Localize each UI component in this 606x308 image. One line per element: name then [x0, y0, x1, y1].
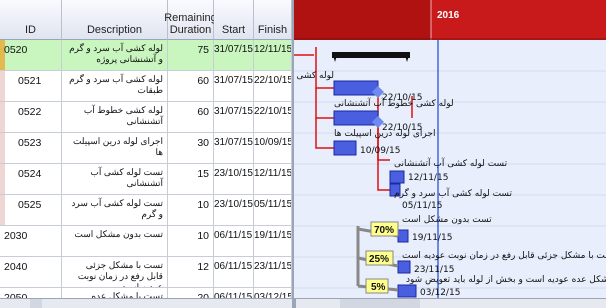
bar-date: 12/11/15	[408, 173, 448, 183]
table-row[interactable]: 0524 تست لوله کشی آب آتشنشانی 15 23/10/1…	[0, 164, 292, 195]
table-row[interactable]: 0521 لوله کشی آب سرد و گرم طبقات 60 31/0…	[0, 71, 292, 102]
column-header-duration-label: Remaining Duration	[164, 12, 217, 36]
row-id: 0521	[0, 71, 62, 101]
column-header-finish-label: Finish	[257, 24, 288, 36]
probability-label: 5%	[371, 282, 386, 293]
bar-label: تست لوله کشی آب آتشنشانی	[394, 157, 508, 169]
row-start: 23/10/15	[214, 195, 254, 225]
row-duration: 20	[168, 288, 214, 298]
table-row[interactable]: 2040 تست با مشکل جزئی قابل رفع در زمان ن…	[0, 257, 292, 288]
row-duration: 10	[168, 195, 214, 225]
row-id: 2050	[0, 288, 62, 298]
timeline-header-prev-year	[294, 0, 431, 40]
row-duration: 75	[168, 40, 214, 70]
row-id: 0520	[0, 40, 62, 70]
row-duration: 12	[168, 257, 214, 287]
row-description: تست لوله کشی آب آتشنشانی	[62, 164, 168, 194]
row-description: تست با مشکل جزئی قابل رفع در زمان نوبت ع…	[62, 257, 168, 287]
gantt-chart[interactable]: 2016 70% 25% 5% لوله کشی 22/10/15 لوله ک…	[294, 0, 606, 298]
row-id: 0524	[0, 164, 62, 194]
table-row[interactable]: 2030 تست بدون مشکل است 10 06/11/15 19/11…	[0, 226, 292, 257]
bar-date: 10/09/15	[360, 146, 400, 156]
probability-label: 70%	[374, 225, 394, 236]
column-header-duration[interactable]: Remaining Duration	[164, 0, 217, 40]
row-finish: 22/10/15	[254, 71, 292, 101]
bar-label: تست بدون مشکل است	[402, 215, 492, 225]
row-finish: 12/11/15	[254, 40, 292, 70]
column-header-start[interactable]: Start	[214, 0, 254, 40]
bar-label: لوله کشی آب سرد و گرم طبقات	[294, 69, 334, 81]
row-description: لوله کشی خطوط آب آتشنشانی	[62, 102, 168, 132]
activity-bar[interactable]	[397, 284, 417, 298]
column-header-start-label: Start	[221, 24, 246, 36]
row-start: 06/11/15	[214, 288, 254, 298]
probability-label: 25%	[369, 254, 389, 265]
gantt-canvas: 2016 70% 25% 5% لوله کشی 22/10/15 لوله ک…	[294, 0, 606, 298]
row-description: تست با مشکل عده عودیه است و بخش از لوله …	[62, 288, 168, 298]
row-description: تست بدون مشکل است	[62, 226, 168, 256]
bar-label: تست با مشکل جزئی قابل رفع در زمان نوبت ع…	[402, 251, 606, 261]
summary-bar[interactable]	[332, 52, 410, 58]
row-start: 31/07/15	[214, 71, 254, 101]
row-id: 0523	[0, 133, 62, 163]
activity-bar[interactable]	[397, 229, 409, 243]
bar-label: اجرای لوله درین اسپیلت ها	[334, 129, 435, 139]
row-duration: 15	[168, 164, 214, 194]
activity-bar[interactable]	[333, 110, 379, 126]
row-id: 2030	[0, 226, 62, 256]
row-start: 31/07/15	[214, 40, 254, 70]
bar-date: 19/11/15	[412, 233, 452, 243]
row-start: 06/11/15	[214, 257, 254, 287]
bar-date: 03/12/15	[420, 288, 460, 298]
table-row[interactable]: 0525 تست لوله کشی آب سرد و گرم 10 23/10/…	[0, 195, 292, 226]
row-finish: 05/11/15	[254, 195, 292, 225]
row-start: 23/10/15	[214, 164, 254, 194]
column-header-finish[interactable]: Finish	[254, 0, 292, 40]
bar-date: 05/11/15	[402, 201, 442, 211]
timeline-year-label: 2016	[437, 10, 460, 21]
column-header-id-label: ID	[25, 24, 36, 36]
row-description: اجرای لوله درین اسپیلت ها	[62, 133, 168, 163]
row-start: 31/07/15	[214, 102, 254, 132]
row-start: 31/07/15	[214, 133, 254, 163]
row-description: تست لوله کشی آب سرد و گرم	[62, 195, 168, 225]
table-row[interactable]: 0522 لوله کشی خطوط آب آتشنشانی 60 31/07/…	[0, 102, 292, 133]
row-finish: 19/11/15	[254, 226, 292, 256]
bar-label: لوله کشی خطوط آب آتشنشانی	[334, 97, 454, 109]
row-id: 0522	[0, 102, 62, 132]
bar-date: 23/11/15	[414, 265, 454, 275]
row-duration: 60	[168, 71, 214, 101]
row-finish: 03/12/15	[254, 288, 292, 298]
bar-label: تست لوله کشی آب سرد و گرم	[394, 187, 512, 199]
row-description: لوله کشی آب سرد و گرم و آتشنشانی پروژه	[62, 40, 168, 70]
row-duration: 30	[168, 133, 214, 163]
bar-label: تست با مشکل عده عودیه است و بخش از لوله …	[406, 275, 606, 285]
column-header-description[interactable]: Description	[62, 0, 168, 40]
table-row[interactable]: 0523 اجرای لوله درین اسپیلت ها 30 31/07/…	[0, 133, 292, 164]
column-header-description-label: Description	[86, 24, 143, 36]
row-finish: 23/11/15	[254, 257, 292, 287]
table-row[interactable]: 2050 تست با مشکل عده عودیه است و بخش از …	[0, 288, 292, 298]
activity-bar[interactable]	[397, 260, 411, 274]
activity-bar[interactable]	[389, 170, 405, 184]
row-description: لوله کشی آب سرد و گرم طبقات	[62, 71, 168, 101]
schedule-window: ID Description Remaining Duration Start …	[0, 0, 606, 308]
table-row-summary[interactable]: 0520 لوله کشی آب سرد و گرم و آتشنشانی پر…	[0, 40, 292, 71]
row-finish: 22/10/15	[254, 102, 292, 132]
row-finish: 12/11/15	[254, 164, 292, 194]
row-duration: 60	[168, 102, 214, 132]
row-duration: 10	[168, 226, 214, 256]
column-header-id[interactable]: ID	[0, 0, 62, 40]
row-finish: 10/09/15	[254, 133, 292, 163]
activity-table: ID Description Remaining Duration Start …	[0, 0, 294, 298]
activity-bar[interactable]	[333, 140, 357, 156]
row-start: 06/11/15	[214, 226, 254, 256]
row-id: 0525	[0, 195, 62, 225]
row-id: 2040	[0, 257, 62, 287]
activity-bar[interactable]	[333, 80, 379, 96]
